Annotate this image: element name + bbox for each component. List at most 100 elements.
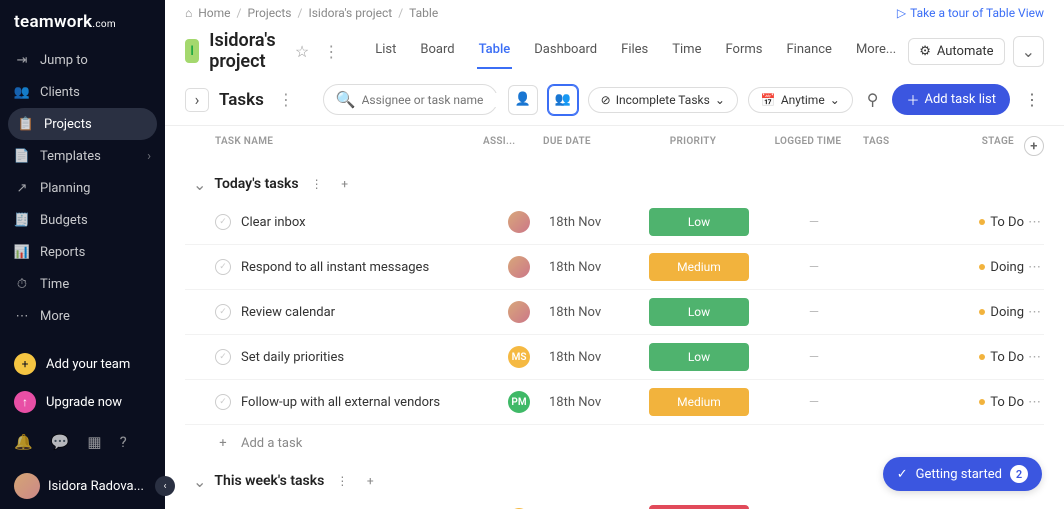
assignee-cell[interactable]: PM [489,391,549,413]
logged-time-cell[interactable]: — [759,305,869,320]
collapse-icon[interactable]: ⌄ [193,472,206,491]
col-priority[interactable]: PRIORITY [633,136,753,156]
tasks-more-icon[interactable]: ⋮ [274,90,298,109]
help-icon[interactable]: ? [120,433,127,451]
col-task-name[interactable]: TASK NAME [215,136,483,156]
group-more-icon[interactable]: ⋮ [307,174,327,194]
search-box[interactable]: 🔍 [323,84,498,115]
logged-time-cell[interactable]: — [759,215,869,230]
assignee-cell[interactable] [489,301,549,323]
row-more-icon[interactable]: ⋯ [1024,215,1044,230]
logged-time-cell[interactable]: — [759,260,869,275]
task-name[interactable]: Set daily priorities [241,350,489,365]
group-more-icon[interactable]: ⋮ [332,471,352,491]
time-filter[interactable]: 📅Anytime⌄ [748,87,853,113]
task-row[interactable]: ✓ Review calendar 18th NovLow— Doing⋯ [185,290,1044,335]
sidebar-item-clients[interactable]: 👥Clients [0,76,165,108]
task-name[interactable]: Follow-up with all external vendors [241,395,489,410]
task-row[interactable]: ✓Review weekly prioritiesMS1st DecHigh—⋯ [185,497,1044,509]
stage-cell[interactable]: To Do [939,350,1024,365]
sidebar-item-planning[interactable]: ↗Planning [0,172,165,204]
due-date-cell[interactable]: 18th Nov [549,305,639,320]
col-stage[interactable]: STAGE [933,136,1018,156]
task-name[interactable]: Respond to all instant messages [241,260,489,275]
status-filter[interactable]: ⊘Incomplete Tasks⌄ [588,87,738,113]
project-more-icon[interactable]: ⋮ [319,42,343,61]
stage-cell[interactable]: To Do [939,215,1024,230]
row-more-icon[interactable]: ⋯ [1024,395,1044,410]
expand-button[interactable]: › [185,88,209,112]
group-add-icon[interactable]: + [335,174,355,194]
filter-icon[interactable]: ⚲ [863,86,883,113]
col-due-date[interactable]: DUE DATE [543,136,633,156]
due-date-cell[interactable]: 18th Nov [549,395,639,410]
priority-cell[interactable]: Low [639,298,759,326]
logged-time-cell[interactable]: — [759,395,869,410]
collapse-icon[interactable]: ⌄ [193,175,206,194]
task-checkbox[interactable]: ✓ [215,394,231,410]
priority-cell[interactable]: Low [639,208,759,236]
add-task-button[interactable]: +Add a task [185,425,1044,461]
task-checkbox[interactable]: ✓ [215,349,231,365]
breadcrumb-home[interactable]: Home [198,6,230,20]
assignee-cell[interactable] [489,211,549,233]
task-row[interactable]: ✓ Clear inbox 18th NovLow— To Do⋯ [185,200,1044,245]
task-name[interactable]: Review calendar [241,305,489,320]
col-logged-time[interactable]: LOGGED TIME [753,136,863,156]
row-more-icon[interactable]: ⋯ [1024,260,1044,275]
automate-dropdown[interactable]: ⌄ [1013,36,1044,67]
row-more-icon[interactable]: ⋯ [1024,305,1044,320]
sidebar-item-time[interactable]: ⏱Time [0,268,165,300]
due-date-cell[interactable]: 18th Nov [549,350,639,365]
logged-time-cell[interactable]: — [759,350,869,365]
person-filter-button[interactable]: 👤 [508,85,538,115]
sidebar-collapse-button[interactable]: ‹ [155,476,175,496]
tab-finance[interactable]: Finance [784,34,833,69]
task-row[interactable]: ✓Respond to all instant messages18th Nov… [185,245,1044,290]
task-checkbox[interactable]: ✓ [215,214,231,230]
star-icon[interactable]: ☆ [295,42,309,61]
team-filter-button[interactable]: 👥 [548,85,578,115]
assignee-cell[interactable] [489,256,549,278]
priority-cell[interactable]: Medium [639,253,759,281]
sidebar-item-more[interactable]: ⋯More [0,300,165,332]
task-checkbox[interactable]: ✓ [215,304,231,320]
tab-table[interactable]: Table [477,34,513,69]
upgrade-button[interactable]: ↑ Upgrade now [0,383,165,421]
row-more-icon[interactable]: ⋯ [1024,350,1044,365]
tab-list[interactable]: List [373,34,398,69]
tab-files[interactable]: Files [619,34,650,69]
priority-cell[interactable]: Medium [639,388,759,416]
task-row[interactable]: ✓ Follow-up with all external vendorsPM18… [185,380,1044,425]
assignee-cell[interactable]: MS [489,346,549,368]
priority-cell[interactable]: Low [639,343,759,371]
tab-time[interactable]: Time [670,34,703,69]
user-menu[interactable]: Isidora Radova... ‹ [0,463,165,509]
sidebar-item-projects[interactable]: 📋Projects [8,108,157,140]
tab-dashboard[interactable]: Dashboard [532,34,599,69]
tab-more[interactable]: More... [854,34,898,69]
getting-started-button[interactable]: ✓ Getting started 2 [883,457,1042,491]
jump-to[interactable]: ⇥ Jump to [0,44,165,76]
sidebar-item-budgets[interactable]: 🧾Budgets [0,204,165,236]
automate-button[interactable]: ⚙Automate [908,38,1004,65]
stage-cell[interactable]: Doing [939,305,1024,320]
col-assignee[interactable]: ASSI... [483,136,543,156]
chat-icon[interactable]: 💬 [51,433,70,451]
priority-cell[interactable]: High [639,505,759,509]
due-date-cell[interactable]: 18th Nov [549,215,639,230]
sidebar-item-reports[interactable]: 📊Reports [0,236,165,268]
group-add-icon[interactable]: + [360,471,380,491]
breadcrumb-project[interactable]: Isidora's project [308,6,392,20]
bell-icon[interactable]: 🔔 [14,433,33,451]
tab-board[interactable]: Board [418,34,456,69]
stage-cell[interactable]: To Do [939,395,1024,410]
breadcrumb-projects[interactable]: Projects [248,6,292,20]
sidebar-item-templates[interactable]: 📄Templates› [0,140,165,172]
col-tags[interactable]: TAGS [863,136,933,156]
add-column-button[interactable]: + [1024,136,1044,156]
search-input[interactable] [362,93,518,107]
task-name[interactable]: Clear inbox [241,215,489,230]
tab-forms[interactable]: Forms [723,34,764,69]
task-checkbox[interactable]: ✓ [215,259,231,275]
